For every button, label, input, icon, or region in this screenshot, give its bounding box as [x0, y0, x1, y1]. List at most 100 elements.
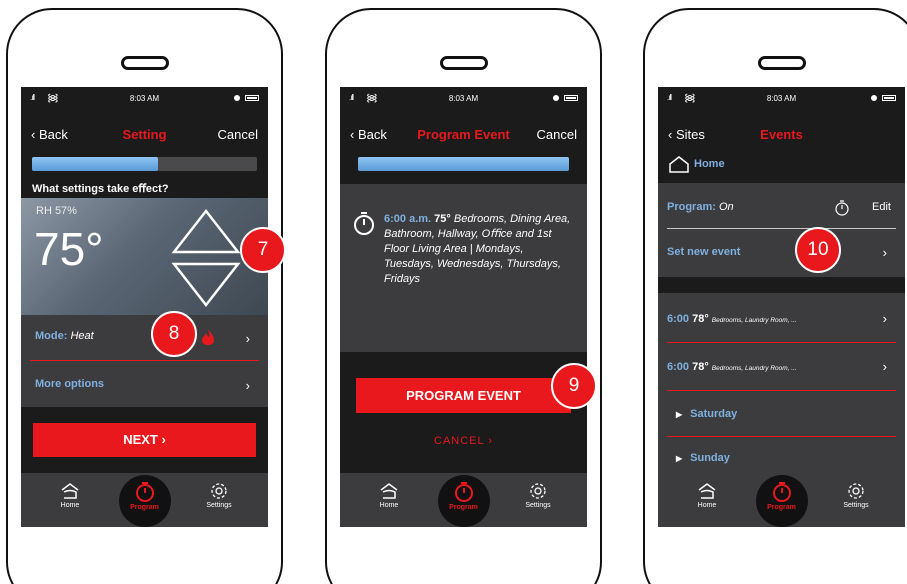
chevron-right-icon[interactable]: ›: [246, 378, 250, 393]
status-bar: .ıll ᯼ 8:03 AM: [21, 87, 268, 111]
cancel-label: CANCEL: [434, 435, 485, 447]
tab-settings-label: Settings: [843, 502, 869, 509]
humidity-readout: RH 57%: [36, 205, 77, 217]
tab-home[interactable]: Home: [354, 473, 424, 527]
progress-fill: [358, 157, 569, 171]
chevron-right-icon[interactable]: ›: [883, 311, 887, 326]
day-row-saturday[interactable]: ▶ Saturday: [676, 408, 737, 420]
day-label: Saturday: [690, 408, 738, 420]
temperature-readout: 75°: [34, 223, 104, 275]
status-time: 8:03 AM: [766, 94, 797, 103]
caret-right-icon: ▶: [676, 454, 683, 463]
phone-events: .ıll ᯼ 8:03 AM ‹ Sites Events Home Progr…: [643, 8, 907, 584]
caret-right-icon: ▶: [676, 410, 683, 419]
cancel-button[interactable]: Cancel: [537, 127, 577, 142]
program-panel: Program: On Edit Set new event ›: [658, 183, 905, 277]
tab-program[interactable]: Program: [755, 475, 808, 527]
callout-badge: 7: [240, 227, 286, 273]
next-label: NEXT: [123, 432, 158, 447]
next-button[interactable]: NEXT ›: [33, 423, 256, 457]
status-bar: .ıll ᯼ 8:03 AM: [658, 87, 905, 111]
nav-bar: ‹ Back Setting Cancel: [21, 111, 268, 157]
tab-home[interactable]: Home: [672, 473, 742, 527]
mode-row[interactable]: Mode: Heat: [35, 330, 94, 342]
chevron-right-icon[interactable]: ›: [883, 359, 887, 374]
tab-program[interactable]: Program: [437, 475, 490, 527]
program-label: Program:: [667, 201, 716, 213]
tab-home-label: Home: [60, 502, 80, 509]
divider: [667, 228, 896, 229]
status-time: 8:03 AM: [448, 94, 479, 103]
tab-bar: Home Program Settings: [658, 473, 905, 527]
chevron-right-icon[interactable]: ›: [246, 331, 250, 346]
day-row-sunday[interactable]: ▶ Sunday: [676, 452, 730, 464]
event-temp: 78°: [692, 313, 709, 325]
event-summary-panel: 6:00 a.m. 75° Bedrooms, Dining Area, Bat…: [340, 184, 587, 352]
event-rooms: Bedrooms, Laundry Room, ...: [711, 317, 797, 324]
tab-settings[interactable]: Settings: [821, 473, 891, 527]
home-icon: [61, 483, 79, 499]
event-row[interactable]: 6:00 78° Bedrooms, Laundry Room, ...: [667, 313, 797, 325]
tab-program-label: Program: [449, 504, 478, 511]
nav-bar: ‹ Sites Events: [658, 111, 905, 157]
program-event-button[interactable]: PROGRAM EVENT: [356, 378, 571, 413]
event-time: 6:00 a.m.: [384, 213, 432, 225]
callout-badge: 9: [551, 363, 597, 409]
battery-icon: [245, 95, 259, 101]
divider: [667, 390, 896, 391]
phone-setting: .ıll ᯼ 8:03 AM ‹ Back Setting Cancel Wha…: [6, 8, 286, 584]
home-icon: [698, 483, 716, 499]
battery-icon: [564, 95, 578, 101]
status-time: 8:03 AM: [129, 94, 160, 103]
tab-home[interactable]: Home: [35, 473, 105, 527]
tab-bar: Home Program Settings: [21, 473, 268, 527]
event-temp: 75°: [434, 213, 451, 225]
program-value: On: [718, 201, 734, 213]
phone-program-event: .ıll ᯼ 8:03 AM ‹ Back Program Event Canc…: [325, 8, 602, 584]
tab-program[interactable]: Program: [118, 475, 171, 527]
question-text: What settings take eﬀect?: [32, 183, 169, 195]
status-bar: .ıll ᯼ 8:03 AM: [340, 87, 587, 111]
location-icon: [234, 95, 240, 101]
temperature-panel: RH 57% 75°: [21, 198, 268, 315]
site-home[interactable]: Home: [668, 155, 725, 173]
gear-icon: [211, 483, 227, 499]
event-row[interactable]: 6:00 78° Bedrooms, Laundry Room, ...: [667, 361, 797, 373]
program-status: Program: On: [667, 201, 734, 213]
timer-icon: [135, 482, 154, 502]
phone-speaker: [120, 56, 169, 70]
edit-button[interactable]: Edit: [872, 201, 891, 213]
timer-icon: [354, 212, 374, 235]
callout-badge: 8: [151, 311, 197, 357]
home-icon: [380, 483, 398, 499]
tab-settings[interactable]: Settings: [184, 473, 254, 527]
events-list: 6:00 78° Bedrooms, Laundry Room, ... › 6…: [658, 293, 905, 481]
screen-setting: .ıll ᯼ 8:03 AM ‹ Back Setting Cancel Wha…: [21, 87, 268, 527]
tab-home-label: Home: [379, 502, 399, 509]
chevron-right-icon[interactable]: ›: [883, 245, 887, 260]
more-options-row[interactable]: More options: [35, 378, 104, 390]
page-title: Events: [760, 127, 803, 142]
options-panel: Mode: Heat › More options ›: [21, 315, 268, 407]
up-arrow-icon[interactable]: [171, 208, 241, 256]
set-new-event-row[interactable]: Set new event: [667, 246, 740, 258]
tab-settings-label: Settings: [206, 502, 232, 509]
tab-home-label: Home: [697, 502, 717, 509]
down-arrow-icon[interactable]: [171, 260, 241, 308]
progress-bar: [32, 157, 257, 171]
tab-settings[interactable]: Settings: [503, 473, 573, 527]
cancel-link[interactable]: CANCEL ›: [340, 435, 587, 447]
nav-bar: ‹ Back Program Event Cancel: [340, 111, 587, 157]
event-rooms: Bedrooms, Laundry Room, ...: [711, 365, 797, 372]
timer-icon: [454, 482, 473, 502]
cancel-button[interactable]: Cancel: [218, 127, 258, 142]
flame-icon: [202, 329, 214, 345]
home-label: Home: [694, 157, 725, 170]
divider: [30, 360, 259, 361]
divider: [667, 436, 896, 437]
event-temp: 78°: [692, 361, 709, 373]
event-time: 6:00: [667, 361, 690, 373]
timer-icon: [772, 482, 791, 502]
tab-settings-label: Settings: [525, 502, 551, 509]
divider: [667, 342, 896, 343]
